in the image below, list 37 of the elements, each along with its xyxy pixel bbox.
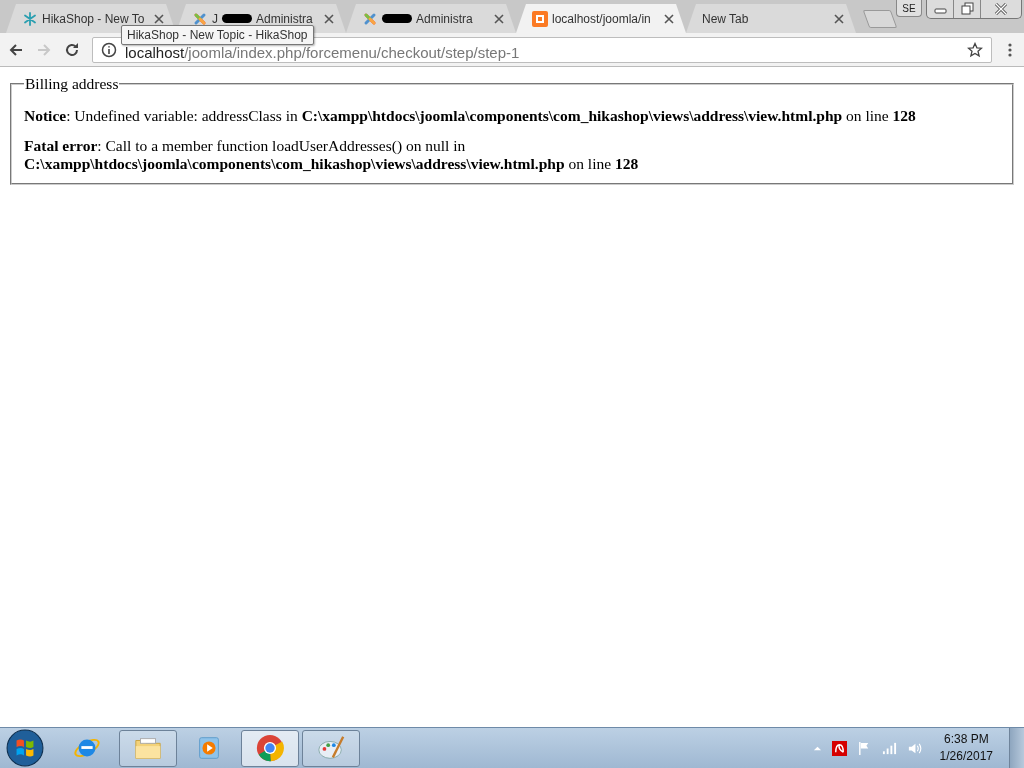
clock-date: 1/26/2017 bbox=[939, 748, 993, 765]
signal-bars-icon[interactable] bbox=[881, 740, 897, 756]
close-icon[interactable] bbox=[664, 13, 674, 24]
clock[interactable]: 6:38 PM 1/26/2017 bbox=[939, 731, 993, 765]
asterisk-icon bbox=[22, 10, 38, 27]
taskbar-button[interactable] bbox=[302, 729, 360, 767]
close-icon[interactable] bbox=[834, 13, 844, 24]
profile-button[interactable]: SE bbox=[896, 0, 922, 17]
show-desktop-button[interactable] bbox=[1009, 728, 1024, 768]
tab-title: Administra bbox=[256, 11, 313, 26]
error-message: Fatal error: Call to a member function loadUserAddresses() on null in C:\xampp\htdocs\joomla\components\com_hikashop\views\address\view.html.php on line 128 bbox=[24, 137, 640, 173]
close-icon[interactable] bbox=[154, 13, 164, 24]
square-logo-icon bbox=[532, 10, 548, 27]
chrome-icon bbox=[255, 733, 285, 763]
info-icon bbox=[101, 41, 117, 58]
tab-title: HikaShop - New To bbox=[42, 11, 145, 26]
new-tab-button[interactable] bbox=[862, 10, 898, 28]
tab-title: New Tab bbox=[702, 11, 749, 26]
taskbar-button[interactable] bbox=[241, 729, 299, 767]
tooltip: HikaShop - New Topic - HikaShop bbox=[121, 25, 314, 45]
browser-tab[interactable]: localhost/joomla/in bbox=[516, 4, 686, 33]
fieldset-legend: Billing address bbox=[24, 75, 120, 93]
browser-tab[interactable]: New Tab bbox=[686, 4, 856, 33]
tab-title: Administra bbox=[416, 11, 473, 26]
star-icon[interactable] bbox=[967, 41, 983, 58]
url-text: localhost/joomla/index.php/forcemenu/checkout/step/step-1 bbox=[125, 43, 521, 61]
tab-title: J bbox=[212, 11, 218, 26]
reload-icon[interactable] bbox=[64, 41, 80, 58]
start-button-icon[interactable] bbox=[6, 729, 44, 767]
back-arrow-icon[interactable] bbox=[8, 41, 24, 58]
taskbar-button[interactable] bbox=[119, 729, 177, 767]
close-icon[interactable] bbox=[324, 13, 334, 24]
clock-time: 6:38 PM bbox=[943, 731, 989, 748]
close-icon[interactable] bbox=[494, 13, 504, 24]
tab-title: localhost/joomla/in bbox=[552, 11, 651, 26]
browser-tab[interactable]: Administra bbox=[346, 4, 516, 33]
error-message: Notice: Undefined variable: addressClass in C:\xampp\htdocs\joomla\components\com_hikashop\views\address\view.html.php on line 128 bbox=[24, 107, 917, 125]
